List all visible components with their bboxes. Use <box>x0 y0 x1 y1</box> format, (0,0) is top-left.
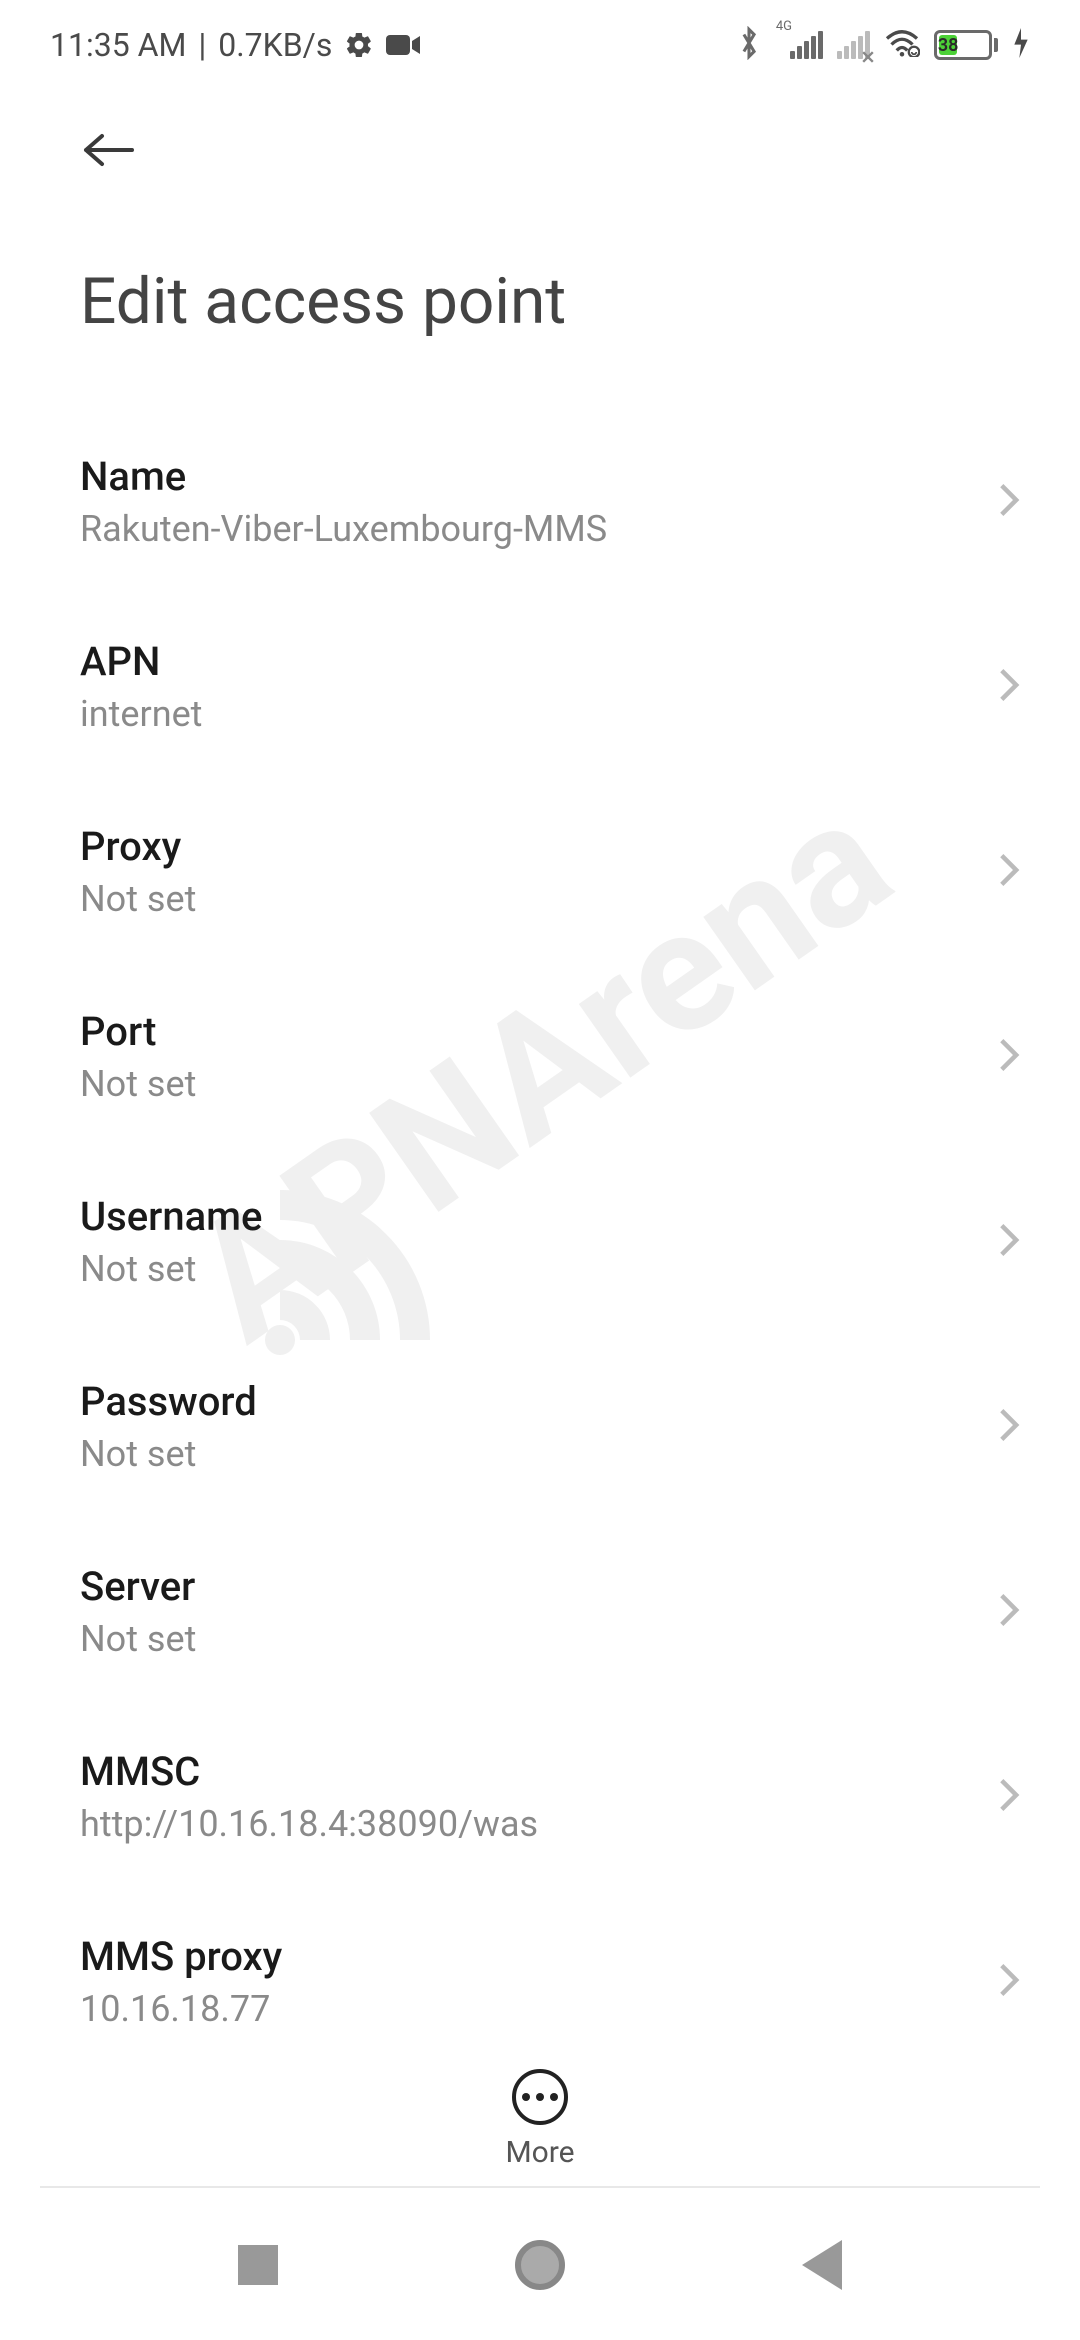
more-icon <box>512 2069 568 2125</box>
status-left: 11:35 AM | 0.7KB/s <box>50 26 420 64</box>
setting-row-apn[interactable]: APN internet <box>0 594 1080 779</box>
chevron-right-icon <box>998 1777 1020 1817</box>
nav-recent-button[interactable] <box>238 2245 278 2285</box>
signal-4g: 4G <box>774 31 823 59</box>
settings-list: Name Rakuten-Viber-Luxembourg-MMS APN in… <box>0 409 1080 2074</box>
bluetooth-icon <box>738 26 760 64</box>
nav-back-button[interactable] <box>802 2240 842 2290</box>
setting-value: Not set <box>80 878 196 920</box>
bottom-action-bar: More <box>0 2029 1080 2170</box>
chevron-right-icon <box>998 1962 1020 2002</box>
setting-value: internet <box>80 693 202 735</box>
setting-row-username[interactable]: Username Not set <box>0 1149 1080 1334</box>
setting-row-mmsc[interactable]: MMSC http://10.16.18.4:38090/was <box>0 1704 1080 1889</box>
chevron-right-icon <box>998 667 1020 707</box>
signal-bars-2 <box>837 31 870 59</box>
status-time: 11:35 AM <box>50 26 186 64</box>
setting-row-password[interactable]: Password Not set <box>0 1334 1080 1519</box>
setting-label: Username <box>80 1193 262 1240</box>
wifi-icon <box>884 29 920 61</box>
setting-row-server[interactable]: Server Not set <box>0 1519 1080 1704</box>
setting-label: Password <box>80 1378 257 1425</box>
setting-label: APN <box>80 638 202 685</box>
bottom-divider <box>40 2186 1040 2188</box>
chevron-right-icon <box>998 852 1020 892</box>
setting-value: Rakuten-Viber-Luxembourg-MMS <box>80 508 607 550</box>
more-label: More <box>505 2135 574 2170</box>
setting-row-name[interactable]: Name Rakuten-Viber-Luxembourg-MMS <box>0 409 1080 594</box>
more-button[interactable]: More <box>505 2069 574 2170</box>
page-title: Edit access point <box>80 264 1010 339</box>
header: Edit access point <box>0 90 1080 409</box>
setting-value: Not set <box>80 1433 257 1475</box>
chevron-right-icon <box>998 1222 1020 1262</box>
status-bar: 11:35 AM | 0.7KB/s 4G 38 <box>0 0 1080 90</box>
setting-label: MMS proxy <box>80 1933 282 1980</box>
setting-label: Name <box>80 453 607 500</box>
setting-value: Not set <box>80 1063 196 1105</box>
signal-bars-1 <box>790 31 823 59</box>
setting-value: http://10.16.18.4:38090/was <box>80 1803 538 1845</box>
chevron-right-icon <box>998 482 1020 522</box>
setting-value: 10.16.18.77 <box>80 1988 282 2030</box>
charging-icon <box>1012 28 1030 62</box>
setting-label: MMSC <box>80 1748 538 1795</box>
gear-icon <box>344 30 374 60</box>
battery-percent: 38 <box>939 35 957 55</box>
status-right: 4G 38 <box>738 26 1030 64</box>
system-nav-bar <box>0 2190 1080 2340</box>
status-speed: 0.7KB/s <box>218 26 332 64</box>
chevron-right-icon <box>998 1037 1020 1077</box>
chevron-right-icon <box>998 1592 1020 1632</box>
battery-icon: 38 <box>934 30 998 60</box>
back-button[interactable] <box>80 120 136 184</box>
setting-value: Not set <box>80 1618 196 1660</box>
chevron-right-icon <box>998 1407 1020 1447</box>
setting-label: Server <box>80 1563 196 1610</box>
setting-value: Not set <box>80 1248 262 1290</box>
network-4g-label: 4G <box>776 19 792 34</box>
nav-home-button[interactable] <box>515 2240 565 2290</box>
status-separator: | <box>198 26 206 64</box>
setting-row-proxy[interactable]: Proxy Not set <box>0 779 1080 964</box>
setting-label: Proxy <box>80 823 196 870</box>
camera-icon <box>386 33 420 57</box>
setting-label: Port <box>80 1008 196 1055</box>
setting-row-port[interactable]: Port Not set <box>0 964 1080 1149</box>
